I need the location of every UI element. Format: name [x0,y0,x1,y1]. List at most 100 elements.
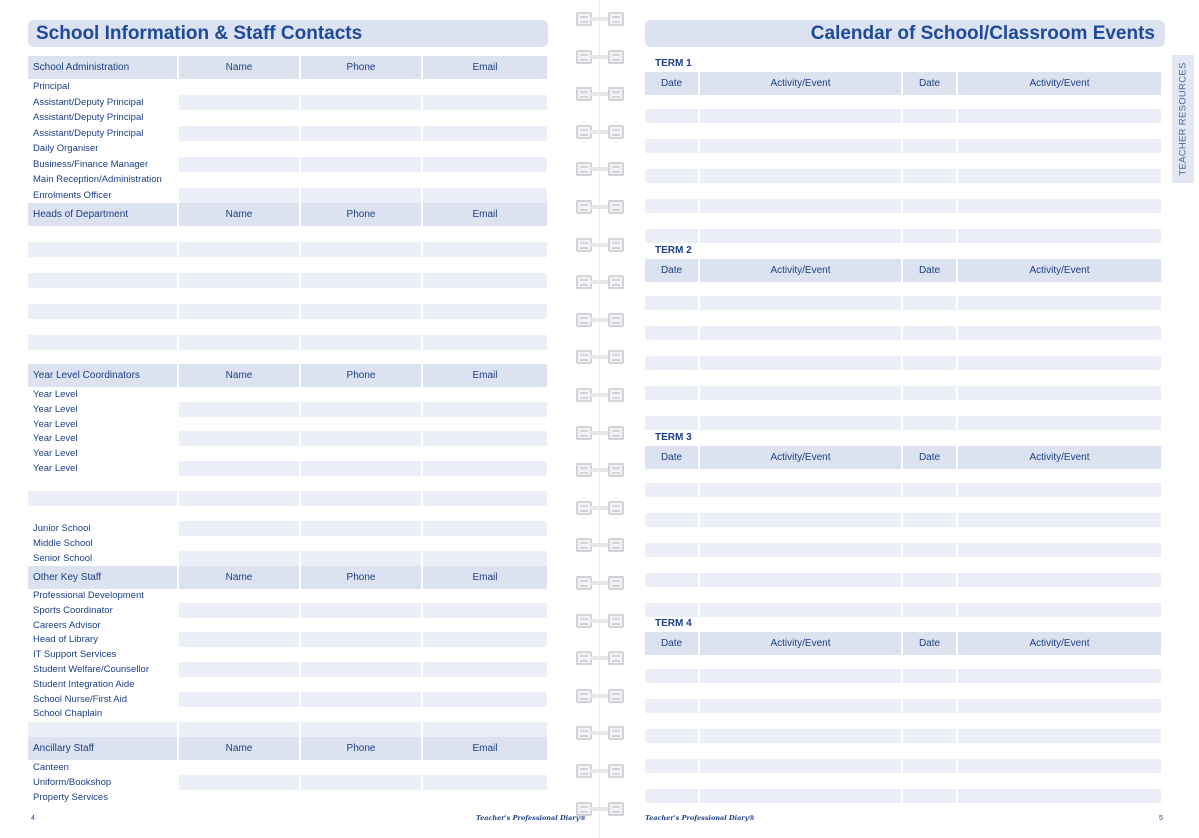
name-field[interactable] [179,272,299,288]
name-field[interactable] [179,662,299,677]
email-field[interactable] [423,110,547,125]
email-field[interactable] [423,647,547,662]
phone-field[interactable] [301,602,421,618]
name-field[interactable] [179,446,299,461]
phone-field[interactable] [301,272,421,288]
phone-field[interactable] [301,536,421,551]
phone-field[interactable] [301,632,421,648]
phone-field[interactable] [301,647,421,662]
name-field[interactable] [179,774,299,790]
name-field[interactable] [179,387,299,402]
activity-field[interactable] [700,169,901,183]
phone-field[interactable] [301,303,421,319]
activity-field[interactable] [958,169,1161,183]
name-field[interactable] [179,125,299,141]
date-field[interactable] [903,139,956,153]
email-field[interactable] [423,387,547,402]
email-field[interactable] [423,334,547,350]
name-field[interactable] [179,722,299,737]
activity-field[interactable] [958,139,1161,153]
date-field[interactable] [903,483,956,497]
activity-field[interactable] [700,109,901,123]
email-field[interactable] [423,551,547,566]
date-field[interactable] [645,229,698,243]
activity-field[interactable] [958,699,1161,713]
activity-field[interactable] [700,603,901,617]
email-field[interactable] [423,446,547,461]
name-field[interactable] [179,491,299,506]
activity-field[interactable] [700,326,901,340]
email-field[interactable] [423,187,547,203]
phone-field[interactable] [301,257,421,272]
name-field[interactable] [179,417,299,432]
date-field[interactable] [903,729,956,743]
email-field[interactable] [423,79,547,94]
activity-field[interactable] [958,483,1161,497]
name-field[interactable] [179,172,299,187]
activity-field[interactable] [700,543,901,557]
email-field[interactable] [423,706,547,721]
name-field[interactable] [179,521,299,536]
email-field[interactable] [423,288,547,303]
name-field[interactable] [179,618,299,633]
phone-field[interactable] [301,662,421,677]
activity-field[interactable] [700,759,901,773]
date-field[interactable] [645,109,698,123]
activity-field[interactable] [700,356,901,370]
name-field[interactable] [179,401,299,417]
name-field[interactable] [179,334,299,350]
date-field[interactable] [645,513,698,527]
email-field[interactable] [423,350,547,365]
phone-field[interactable] [301,722,421,737]
activity-field[interactable] [700,229,901,243]
phone-field[interactable] [301,226,421,241]
name-field[interactable] [179,319,299,334]
phone-field[interactable] [301,94,421,110]
name-field[interactable] [179,602,299,618]
activity-field[interactable] [958,199,1161,213]
email-field[interactable] [423,417,547,432]
activity-field[interactable] [958,513,1161,527]
email-field[interactable] [423,588,547,603]
name-field[interactable] [179,257,299,272]
name-field[interactable] [179,476,299,491]
activity-field[interactable] [958,229,1161,243]
phone-field[interactable] [301,125,421,141]
date-field[interactable] [645,729,698,743]
name-field[interactable] [179,350,299,365]
date-field[interactable] [903,386,956,400]
name-field[interactable] [179,110,299,125]
phone-field[interactable] [301,79,421,94]
activity-field[interactable] [700,296,901,310]
date-field[interactable] [645,139,698,153]
activity-field[interactable] [700,483,901,497]
email-field[interactable] [423,431,547,447]
email-field[interactable] [423,141,547,156]
email-field[interactable] [423,691,547,707]
date-field[interactable] [645,169,698,183]
phone-field[interactable] [301,241,421,257]
email-field[interactable] [423,491,547,506]
name-field[interactable] [179,536,299,551]
name-field[interactable] [179,551,299,566]
name-field[interactable] [179,431,299,447]
email-field[interactable] [423,272,547,288]
activity-field[interactable] [958,386,1161,400]
name-field[interactable] [179,461,299,476]
phone-field[interactable] [301,387,421,402]
date-field[interactable] [903,513,956,527]
phone-field[interactable] [301,288,421,303]
email-field[interactable] [423,319,547,334]
email-field[interactable] [423,172,547,187]
name-field[interactable] [179,588,299,603]
date-field[interactable] [903,326,956,340]
activity-field[interactable] [700,513,901,527]
activity-field[interactable] [700,386,901,400]
email-field[interactable] [423,241,547,257]
email-field[interactable] [423,722,547,737]
phone-field[interactable] [301,491,421,506]
activity-field[interactable] [700,573,901,587]
activity-field[interactable] [958,326,1161,340]
name-field[interactable] [179,506,299,521]
phone-field[interactable] [301,401,421,417]
